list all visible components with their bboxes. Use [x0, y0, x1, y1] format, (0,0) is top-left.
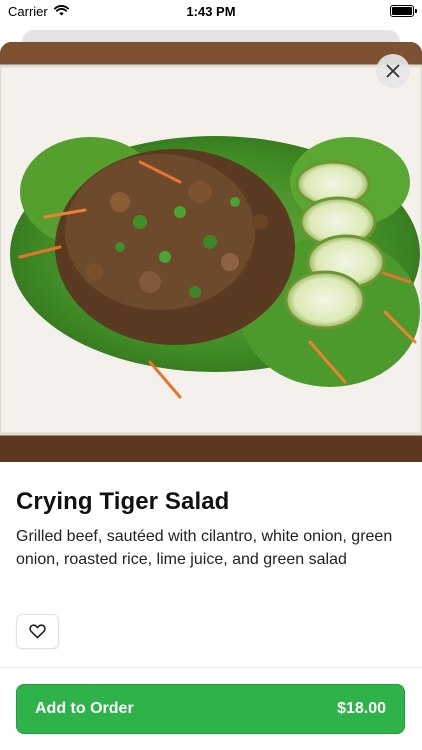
close-button[interactable] [376, 54, 410, 88]
battery-icon [390, 5, 417, 17]
close-icon [386, 64, 400, 78]
status-time: 1:43 PM [186, 4, 236, 19]
status-bar: Carrier 1:43 PM [0, 0, 422, 24]
item-photo [0, 42, 422, 462]
item-description: Grilled beef, sautéed with cilantro, whi… [16, 528, 393, 568]
item-details: Crying Tiger Salad Grilled beef, sautéed… [16, 488, 406, 571]
add-to-order-label: Add to Order [35, 700, 134, 717]
salad-illustration [0, 42, 422, 462]
add-to-order-button[interactable]: Add to Order $18.00 [16, 684, 405, 734]
favorite-button[interactable] [16, 614, 59, 649]
item-title: Crying Tiger Salad [16, 488, 230, 515]
item-detail-sheet: Crying Tiger Salad Grilled beef, sautéed… [0, 42, 422, 750]
item-price: $18.00 [337, 700, 386, 717]
divider [0, 667, 422, 668]
heart-outline-icon [29, 624, 46, 639]
